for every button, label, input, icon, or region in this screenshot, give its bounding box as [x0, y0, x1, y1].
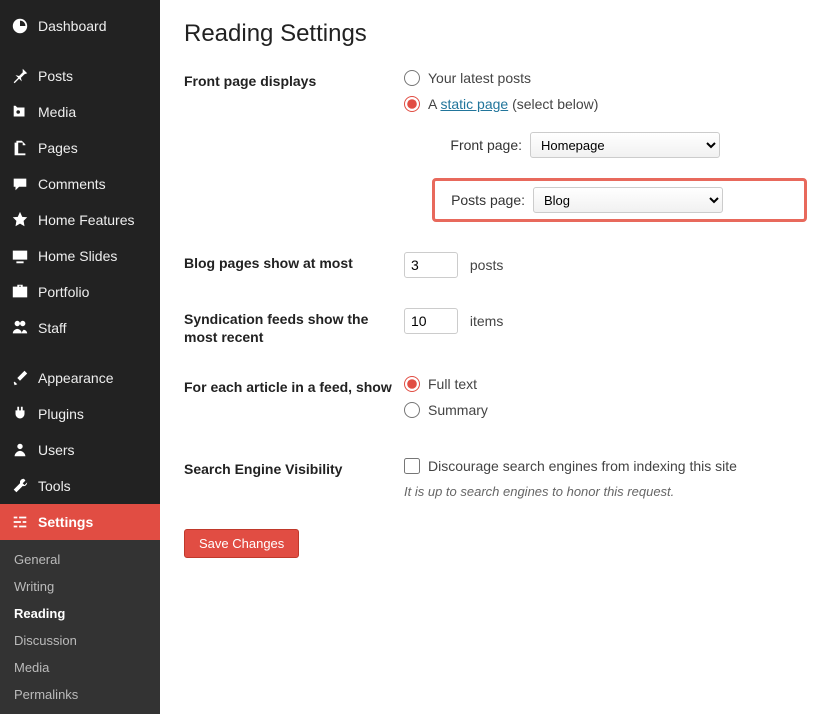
submenu-reading[interactable]: Reading — [0, 600, 160, 627]
page-title: Reading Settings — [184, 20, 807, 48]
slides-icon — [10, 246, 30, 266]
brush-icon — [10, 368, 30, 388]
posts-page-select-row: Posts page: Blog — [432, 178, 807, 222]
sidebar-item-label: Dashboard — [38, 18, 107, 34]
sidebar-item-portfolio[interactable]: Portfolio — [0, 274, 160, 310]
wrench-icon — [10, 476, 30, 496]
sidebar-item-posts[interactable]: Posts — [0, 58, 160, 94]
blog-pages-input[interactable] — [404, 252, 458, 278]
sidebar-item-label: Pages — [38, 140, 78, 156]
settings-submenu: General Writing Reading Discussion Media… — [0, 540, 160, 714]
sidebar-item-home-features[interactable]: Home Features — [0, 202, 160, 238]
sidebar-item-label: Comments — [38, 176, 106, 192]
submenu-media[interactable]: Media — [0, 654, 160, 681]
posts-page-select-label: Posts page: — [443, 192, 525, 208]
feed-article-label: For each article in a feed, show — [184, 376, 404, 396]
search-visibility-desc: It is up to search engines to honor this… — [404, 484, 807, 499]
sidebar-item-users[interactable]: Users — [0, 432, 160, 468]
plug-icon — [10, 404, 30, 424]
submenu-general[interactable]: General — [0, 546, 160, 573]
search-visibility-label: Search Engine Visibility — [184, 458, 404, 478]
pages-icon — [10, 138, 30, 158]
sidebar-item-appearance[interactable]: Appearance — [0, 360, 160, 396]
radio-static-label: A static page (select below) — [428, 96, 598, 112]
group-icon — [10, 318, 30, 338]
sidebar-item-home-slides[interactable]: Home Slides — [0, 238, 160, 274]
radio-summary-label: Summary — [428, 402, 488, 418]
sidebar-item-settings[interactable]: Settings — [0, 504, 160, 540]
sidebar-item-label: Tools — [38, 478, 71, 494]
radio-static-page[interactable] — [404, 96, 420, 112]
feed-article-row: For each article in a feed, show Full te… — [184, 376, 807, 428]
admin-sidebar: Dashboard Posts Media Pages Comments Hom… — [0, 0, 160, 684]
front-page-label: Front page displays — [184, 70, 404, 90]
sidebar-item-label: Media — [38, 104, 76, 120]
syndication-unit: items — [470, 313, 503, 329]
sidebar-item-tools[interactable]: Tools — [0, 468, 160, 504]
discourage-label: Discourage search engines from indexing … — [428, 458, 737, 474]
posts-page-select[interactable]: Blog — [533, 187, 723, 213]
syndication-input[interactable] — [404, 308, 458, 334]
pin-icon — [10, 66, 30, 86]
submenu-permalinks[interactable]: Permalinks — [0, 681, 160, 708]
dashboard-icon — [10, 16, 30, 36]
sidebar-item-comments[interactable]: Comments — [0, 166, 160, 202]
settings-content: Reading Settings Front page displays You… — [160, 0, 831, 684]
sidebar-item-label: Home Slides — [38, 248, 117, 264]
radio-latest-label: Your latest posts — [428, 70, 531, 86]
comment-icon — [10, 174, 30, 194]
submenu-discussion[interactable]: Discussion — [0, 627, 160, 654]
front-page-select-row: Front page: Homepage — [432, 126, 807, 164]
radio-full-text[interactable] — [404, 376, 420, 392]
sidebar-item-media[interactable]: Media — [0, 94, 160, 130]
sidebar-item-label: Portfolio — [38, 284, 89, 300]
front-page-row: Front page displays Your latest posts A … — [184, 70, 807, 222]
radio-latest-posts[interactable] — [404, 70, 420, 86]
syndication-row: Syndication feeds show the most recent i… — [184, 308, 807, 346]
sidebar-item-label: Settings — [38, 514, 93, 530]
blog-pages-label: Blog pages show at most — [184, 252, 404, 272]
sidebar-item-label: Posts — [38, 68, 73, 84]
front-page-select-label: Front page: — [440, 137, 522, 153]
save-changes-button[interactable]: Save Changes — [184, 529, 299, 558]
blog-pages-row: Blog pages show at most posts — [184, 252, 807, 278]
sidebar-item-pages[interactable]: Pages — [0, 130, 160, 166]
sidebar-item-label: Home Features — [38, 212, 134, 228]
sliders-icon — [10, 512, 30, 532]
blog-pages-unit: posts — [470, 257, 503, 273]
sidebar-item-dashboard[interactable]: Dashboard — [0, 8, 160, 44]
sidebar-item-label: Plugins — [38, 406, 84, 422]
sidebar-item-label: Users — [38, 442, 75, 458]
star-icon — [10, 210, 30, 230]
radio-full-label: Full text — [428, 376, 477, 392]
static-page-link[interactable]: static page — [440, 96, 508, 112]
submenu-writing[interactable]: Writing — [0, 573, 160, 600]
media-icon — [10, 102, 30, 122]
user-icon — [10, 440, 30, 460]
sidebar-item-label: Staff — [38, 320, 67, 336]
discourage-checkbox[interactable] — [404, 458, 420, 474]
sidebar-item-staff[interactable]: Staff — [0, 310, 160, 346]
search-visibility-row: Search Engine Visibility Discourage sear… — [184, 458, 807, 499]
front-page-select[interactable]: Homepage — [530, 132, 720, 158]
sidebar-item-label: Appearance — [38, 370, 114, 386]
sidebar-item-plugins[interactable]: Plugins — [0, 396, 160, 432]
briefcase-icon — [10, 282, 30, 302]
radio-summary[interactable] — [404, 402, 420, 418]
syndication-label: Syndication feeds show the most recent — [184, 308, 404, 346]
